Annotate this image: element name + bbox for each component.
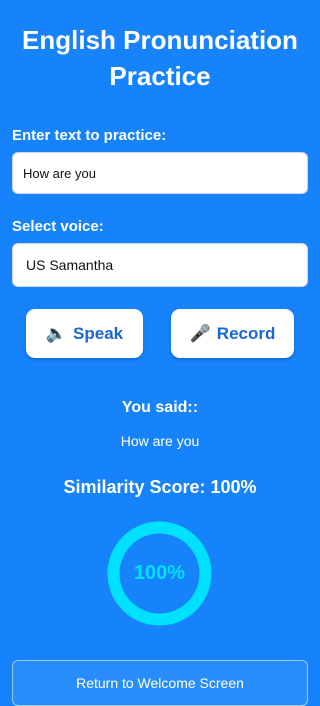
record-label: Record [216,323,276,343]
title-line-2: Practice [109,61,211,91]
title-line-1: English Pronunciation [22,25,298,55]
speak-label: Speak [73,323,124,343]
microphone-icon: 🎤 [189,323,211,343]
voice-select[interactable]: US Samantha [12,243,308,287]
gauge-value: 100% [133,562,186,584]
similarity-score: Similarity Score: 100% [63,477,257,497]
practice-text-label: Enter text to practice: [12,127,167,144]
return-to-welcome-button[interactable]: Return to Welcome Screen [12,660,308,706]
voice-selected-value: US Samantha [26,257,114,273]
you-said-heading: You said:: [121,399,199,416]
voice-label: Select voice: [12,218,104,235]
transcript-text: How are you [120,433,200,449]
speaker-icon: 🔈 [45,323,68,343]
speak-button[interactable]: 🔈 Speak [26,309,143,358]
page-title: English Pronunciation Practice [0,22,320,94]
record-button[interactable]: 🎤 Record [171,309,294,358]
return-label: Return to Welcome Screen [76,675,244,691]
practice-text-input[interactable] [12,152,308,194]
